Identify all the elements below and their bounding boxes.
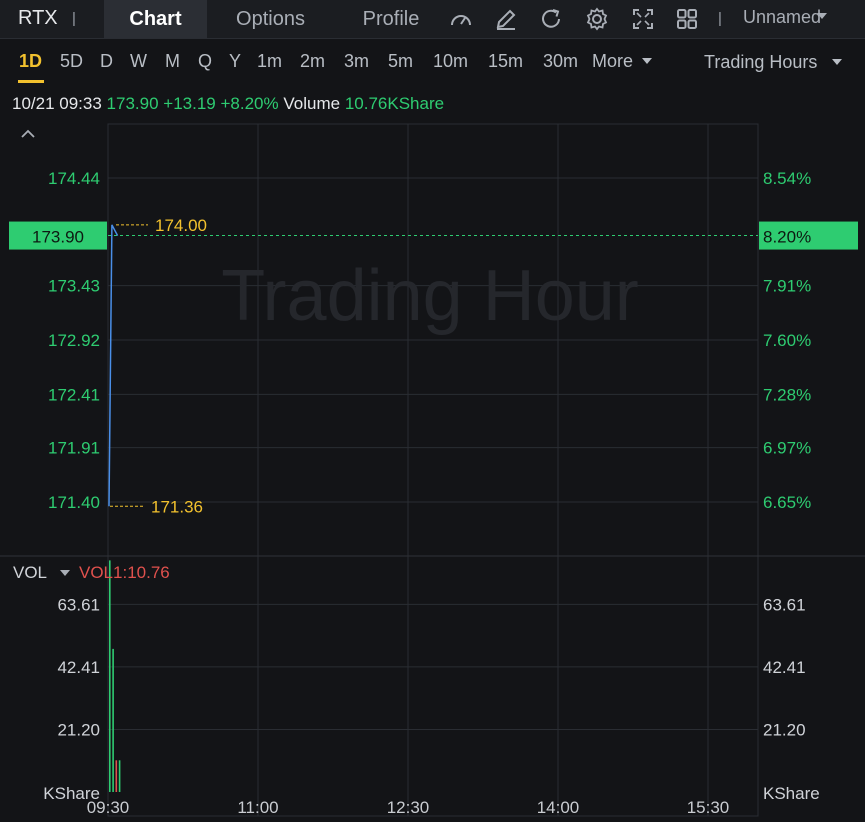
volume-layer — [109, 560, 121, 792]
price-axis-label: 171.91 — [48, 439, 100, 458]
vol-unit-label: KShare — [43, 784, 100, 803]
price-axis-label: 172.41 — [48, 385, 100, 404]
current-price-tag-label: 173.90 — [32, 228, 84, 247]
vol-axis-label: 21.20 — [57, 720, 100, 739]
watermark-text: Trading Hour — [221, 256, 639, 336]
x-tick-label: 15:30 — [687, 798, 730, 817]
price-axis-label: 171.40 — [48, 493, 100, 512]
pct-axis-label: 6.65% — [763, 493, 811, 512]
high-marker-label: 174.00 — [155, 216, 207, 235]
vol-axis-label-right: 21.20 — [763, 720, 806, 739]
chart-grid — [0, 123, 865, 817]
x-tick-label: 14:00 — [537, 798, 580, 817]
vol-axis-label-right: 63.61 — [763, 595, 806, 614]
pct-axis-label: 7.28% — [763, 385, 811, 404]
pct-axis-label: 7.60% — [763, 331, 811, 350]
vol-unit-label-right: KShare — [763, 784, 820, 803]
volume-bar — [115, 760, 118, 792]
pct-axis-label: 8.54% — [763, 169, 811, 188]
vol-indicator-value: VOL1:10.76 — [79, 563, 170, 582]
vol-axis-label: 63.61 — [57, 595, 100, 614]
volume-bar — [109, 560, 111, 792]
price-axis-label: 174.44 — [48, 169, 100, 188]
vol-chevron-down-icon — [60, 570, 70, 576]
volume-bar — [118, 760, 121, 792]
volume-bar — [112, 648, 114, 792]
chart-area[interactable]: Trading Hour 09:30 11:00 12:30 14:00 15:3017… — [0, 0, 865, 822]
price-line — [108, 224, 119, 507]
x-tick-label: 12:30 — [387, 798, 430, 817]
vol-axis-label-right: 42.41 — [763, 658, 806, 677]
low-marker-label: 171.36 — [151, 497, 203, 516]
price-axis-label: 173.43 — [48, 277, 100, 296]
vol-indicator-label: VOL — [13, 563, 47, 582]
collapse-chevron-up-icon[interactable] — [20, 128, 36, 140]
x-tick-label: 11:00 — [237, 798, 278, 817]
current-pct-tag-label: 8.20% — [763, 228, 811, 247]
pct-axis-label: 7.91% — [763, 277, 811, 296]
pct-axis-label: 6.97% — [763, 439, 811, 458]
price-axis-label: 172.92 — [48, 331, 100, 350]
vol-axis-label: 42.41 — [57, 658, 100, 677]
